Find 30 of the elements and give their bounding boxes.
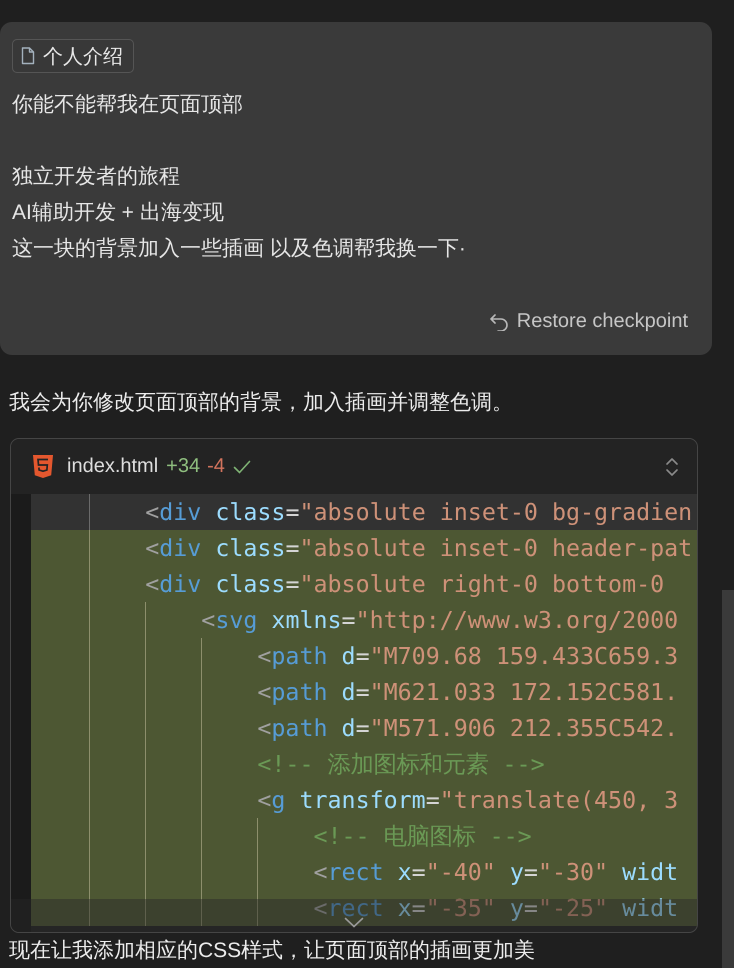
file-attachment-chip[interactable]: 个人介绍 [12,39,134,73]
code-text: <g transform="translate(450, 3 [257,786,678,814]
code-comment: <!-- 电脑图标 --> [313,822,532,852]
chevron-down-icon [344,917,364,928]
code-text: <path d="M571.906 212.355C542. [257,714,678,742]
message-line: 这一块的背景加入一些插画 以及色调帮我换一下· [12,236,467,262]
message-line: 独立开发者的旅程 [12,164,181,190]
assistant-message: 我会为你修改页面顶部的背景，加入插画并调整色调。 [9,390,514,416]
undo-icon [488,312,509,330]
document-icon [21,47,35,65]
message-line: 你能不能帮我在页面顶部 [12,92,244,118]
assistant-message: 现在让我添加相应的CSS样式，让页面顶部的插画更加美 [9,939,536,963]
expand-code-button[interactable] [11,899,697,932]
code-text: <div class="absolute right-0 bottom-0 [145,570,664,598]
code-text: <div class="absolute inset-0 bg-gradien [145,498,692,526]
code-text: <path d="M709.68 159.433C659.3 [257,642,678,670]
code-text: <rect x="-40" y="-30" widt [313,858,678,886]
code-text: <path d="M621.033 172.152C581. [257,678,678,706]
code-comment: <!-- 添加图标和元素 --> [257,750,545,780]
removed-lines-count: -4 [207,455,225,478]
code-text: <rect x="-35" y="-25" widt [313,894,678,922]
expand-collapse-icon[interactable] [665,456,679,478]
restore-checkpoint-button[interactable]: Restore checkpoint [488,310,688,333]
html-file-icon [33,455,53,478]
added-lines-count: +34 [166,455,200,478]
scrollbar-thumb[interactable] [722,590,734,968]
code-text: <svg xmlns="http://www.w3.org/2000 [201,606,678,634]
file-name: index.html [67,455,158,478]
code-text: <div class="absolute inset-0 header-pat [145,534,692,562]
message-line: AI辅助开发 + 出海变现 [12,200,225,226]
